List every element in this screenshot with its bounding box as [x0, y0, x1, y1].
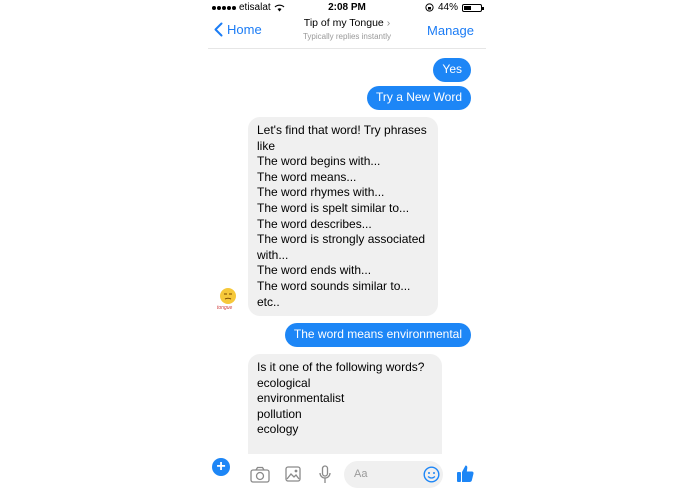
- outgoing-message: The word means environmental: [284, 323, 471, 347]
- reply-time: Typically replies instantly: [302, 32, 392, 41]
- back-button[interactable]: Home: [214, 22, 262, 37]
- message-line: The word describes...: [257, 216, 372, 231]
- plus-icon[interactable]: +: [212, 458, 230, 476]
- gallery-icon[interactable]: [285, 466, 301, 482]
- status-right: 44%: [425, 2, 484, 13]
- chevron-left-icon: [214, 22, 223, 37]
- manage-button[interactable]: Manage: [427, 23, 474, 38]
- message-line: environmentalist: [257, 391, 345, 406]
- message-line: The word means...: [257, 169, 357, 184]
- message-line: The word ends with...: [257, 263, 372, 278]
- battery-fill: [464, 5, 472, 10]
- message-line: The word sounds similar to...: [257, 278, 411, 293]
- message-placeholder: Aa: [354, 468, 368, 480]
- microphone-icon[interactable]: [319, 465, 331, 484]
- face-icon: [224, 293, 232, 300]
- thumbs-up-icon[interactable]: [456, 464, 475, 483]
- camera-icon[interactable]: [250, 466, 270, 483]
- emoji-icon[interactable]: [423, 466, 440, 483]
- composer-bar: + Aa: [208, 454, 486, 494]
- battery-percent: 44%: [437, 2, 458, 13]
- back-label: Home: [227, 22, 262, 37]
- message-line: The word is spelt similar to...: [257, 200, 410, 215]
- outgoing-message: Try a New Word: [366, 86, 471, 110]
- conversation-header: Home Tip of my Tongue › Typically replie…: [208, 16, 486, 49]
- bot-avatar[interactable]: [220, 288, 236, 304]
- message-line: ecological: [257, 375, 311, 390]
- avatar-label: tongue: [217, 305, 233, 311]
- message-line: like: [257, 138, 276, 153]
- incoming-message: Let's find that word! Try phrases like T…: [248, 117, 438, 317]
- incoming-message: Is it one of the following words? ecolog…: [248, 354, 442, 466]
- message-line: with...: [257, 247, 289, 262]
- conversation-title[interactable]: Tip of my Tongue › Typically replies ins…: [268, 17, 426, 41]
- message-line: The word is strongly associated: [257, 232, 426, 247]
- status-bar: etisalat 2:08 PM 44%: [208, 0, 486, 16]
- message-line: The word begins with...: [257, 154, 381, 169]
- page-title: Tip of my Tongue: [303, 17, 384, 29]
- message-input[interactable]: Aa: [344, 461, 443, 488]
- chevron-right-icon: ›: [386, 17, 391, 29]
- battery-icon: [462, 3, 484, 12]
- message-line: Let's find that word! Try phrases: [257, 123, 427, 137]
- rotation-lock-icon: [425, 3, 434, 12]
- message-line: etc..: [257, 294, 280, 309]
- message-line: Is it one of the following words?: [257, 360, 425, 374]
- message-line: The word rhymes with...: [257, 185, 385, 200]
- outgoing-message: Yes: [433, 58, 471, 82]
- message-line: ecology: [257, 422, 299, 437]
- message-line: pollution: [257, 406, 302, 421]
- messenger-screen: etisalat 2:08 PM 44% Home Tip of my Tong…: [208, 0, 486, 494]
